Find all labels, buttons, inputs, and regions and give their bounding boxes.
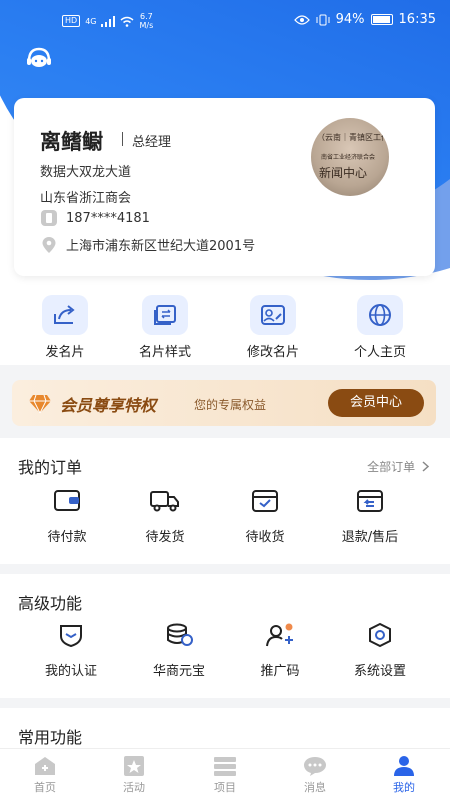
profile-title: 总经理 — [132, 135, 172, 150]
diamond-icon — [29, 394, 51, 414]
tab-projects-label: 项目 — [214, 781, 236, 794]
profile-name: 离鳍鳚 — [40, 130, 103, 154]
coins-icon — [167, 623, 193, 646]
vip-banner[interactable]: 会员尊享特权 您的专属权益 会员中心 — [12, 380, 436, 426]
orders-section: 我的订单 全部订单 待付款 待发货 待收货 退款/售后 — [0, 438, 450, 564]
globe-icon — [357, 295, 403, 335]
profile-address-row: 上海市浦东新区世纪大道2001号 — [40, 235, 255, 254]
card-style-label: 名片样式 — [138, 345, 191, 360]
common-title: 常用功能 — [18, 728, 83, 747]
tab-mine[interactable]: 我的 — [369, 755, 439, 795]
promo-code-label: 推广码 — [260, 664, 300, 679]
send-card-button[interactable]: 发名片 — [20, 295, 110, 360]
business-card[interactable]: 离鳍鳚 总经理 数据大双龙大道 山东省浙江商会 187****4181 上海市浦… — [14, 98, 435, 276]
avatar-text-top: （云南｜青镇区工作 — [317, 133, 389, 142]
tab-activity[interactable]: 活动 — [99, 755, 169, 795]
home-icon — [35, 757, 55, 775]
box-icon — [252, 490, 278, 512]
pending-payment-button[interactable]: 待付款 — [22, 488, 112, 545]
eye-icon — [293, 14, 310, 25]
avatar[interactable]: （云南｜青镇区工作 南省工业经济联合会 新闻中心 — [311, 118, 389, 196]
pending-payment-label: 待付款 — [47, 530, 87, 545]
edit-card-label: 修改名片 — [246, 345, 299, 360]
gear-icon — [369, 622, 391, 648]
tab-messages[interactable]: 消息 — [280, 755, 350, 795]
shield-icon — [60, 625, 82, 648]
advanced-title: 高级功能 — [18, 594, 83, 613]
pending-receipt-label: 待收货 — [245, 530, 285, 545]
profile-address: 上海市浦东新区世纪大道2001号 — [66, 239, 256, 254]
vip-title: 会员尊享特权 — [60, 396, 157, 415]
advanced-section: 高级功能 我的认证 华商元宝 推广码 系统设置 — [0, 574, 450, 698]
refund-icon — [357, 490, 383, 512]
orders-title: 我的订单 — [18, 458, 83, 477]
chevron-right-icon — [422, 461, 430, 472]
yuanbao-label: 华商元宝 — [152, 664, 205, 679]
pending-shipment-button[interactable]: 待发货 — [120, 488, 210, 545]
profile-org: 山东省浙江商会 — [40, 191, 132, 206]
vip-center-button[interactable]: 会员中心 — [328, 389, 424, 417]
truck-icon — [150, 491, 179, 512]
profile-company: 数据大双龙大道 — [40, 165, 132, 180]
edit-card-button[interactable]: 修改名片 — [228, 295, 318, 360]
speed-unit: M/s — [139, 21, 154, 30]
phone-icon — [41, 210, 57, 226]
user-icon — [394, 756, 414, 776]
clock: 16:35 — [398, 12, 436, 27]
tab-projects[interactable]: 项目 — [190, 755, 260, 795]
refund-label: 退款/售后 — [341, 530, 399, 545]
tab-messages-label: 消息 — [304, 781, 326, 794]
chat-icon — [304, 757, 326, 776]
vibrate-icon — [316, 14, 330, 25]
title-divider — [122, 132, 123, 146]
signal-icon — [101, 15, 116, 27]
avatar-text-mid: 南省工业经济联合会 — [321, 154, 376, 161]
tab-home[interactable]: 首页 — [10, 755, 80, 795]
tab-mine-label: 我的 — [393, 781, 415, 794]
all-orders-link[interactable]: 全部订单 — [367, 458, 430, 475]
homepage-button[interactable]: 个人主页 — [335, 295, 425, 360]
pending-shipment-label: 待发货 — [145, 530, 185, 545]
speed-value: 6.7 — [140, 12, 153, 21]
card-style-icon — [142, 295, 188, 335]
certification-button[interactable]: 我的认证 — [26, 622, 116, 679]
settings-button[interactable]: 系统设置 — [335, 622, 425, 679]
pending-receipt-button[interactable]: 待收货 — [220, 488, 310, 545]
star-icon — [124, 756, 144, 776]
status-bar: HD 4G 6.7 M/s 94% 16:35 — [0, 0, 450, 40]
wifi-icon — [121, 16, 134, 27]
battery-percent: 94% — [335, 12, 365, 27]
location-icon — [42, 236, 56, 253]
customer-service-icon[interactable] — [24, 44, 54, 74]
network-type: HD — [62, 15, 81, 27]
homepage-label: 个人主页 — [353, 345, 406, 360]
user-add-icon — [266, 623, 293, 647]
send-card-label: 发名片 — [45, 345, 85, 360]
avatar-text-bottom: 新闻中心 — [319, 166, 368, 180]
card-style-button[interactable]: 名片样式 — [120, 295, 210, 360]
network-speed: 6.7 M/s — [139, 12, 153, 30]
refund-button[interactable]: 退款/售后 — [325, 488, 415, 545]
edit-card-icon — [250, 295, 296, 335]
stack-icon — [214, 757, 236, 776]
tab-activity-label: 活动 — [123, 781, 145, 794]
wallet-icon — [54, 490, 80, 511]
quick-actions: 发名片 名片样式 修改名片 个人主页 — [0, 285, 450, 365]
bottom-tab-bar: 首页 活动 项目 消息 我的 — [0, 748, 450, 800]
certification-label: 我的认证 — [44, 664, 97, 679]
battery-icon — [370, 14, 393, 25]
profile-phone: 187****4181 — [66, 210, 150, 226]
promo-code-button[interactable]: 推广码 — [235, 622, 325, 679]
all-orders-label: 全部订单 — [367, 460, 416, 474]
tab-home-label: 首页 — [34, 781, 56, 794]
share-icon — [42, 295, 88, 335]
settings-label: 系统设置 — [353, 664, 406, 679]
signal-type: 4G — [85, 16, 97, 26]
yuanbao-button[interactable]: 华商元宝 — [134, 622, 224, 679]
vip-subtitle: 您的专属权益 — [194, 398, 267, 412]
profile-phone-row: 187****4181 — [40, 209, 150, 227]
